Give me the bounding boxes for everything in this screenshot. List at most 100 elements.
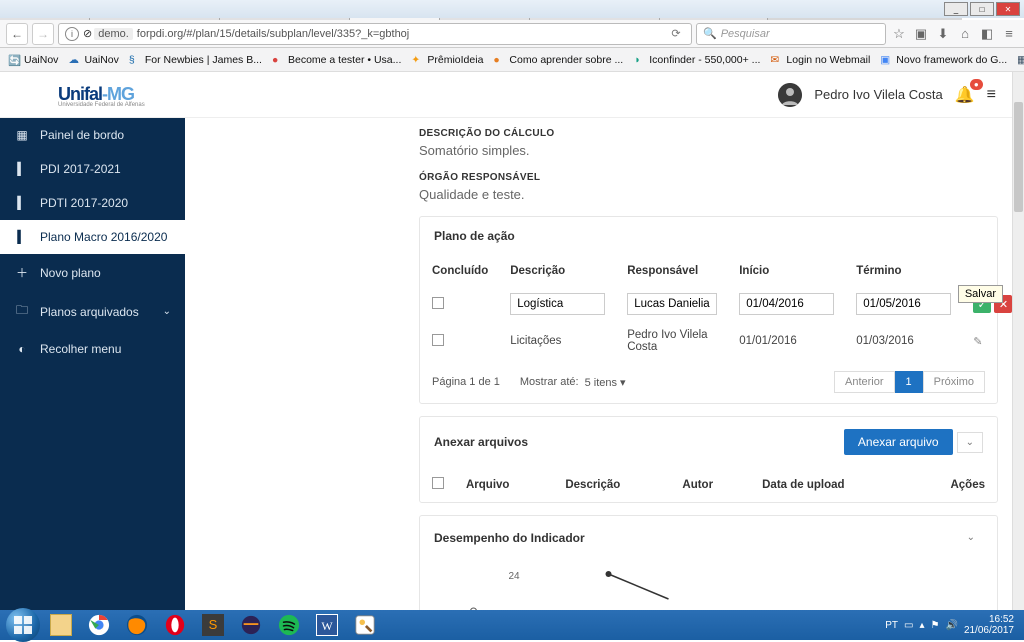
app-menu-button[interactable]: ≡ xyxy=(987,86,996,104)
logo-text-suffix: -MG xyxy=(102,84,134,104)
sidebar-item-label: Recolher menu xyxy=(40,342,121,356)
reload-icon[interactable]: ⟳ xyxy=(667,27,685,40)
attachments-title: Anexar arquivos xyxy=(434,435,528,449)
bookmark-icon: § xyxy=(129,54,141,66)
indicator-chart: 24 xyxy=(420,559,997,610)
bookmark-icon: ● xyxy=(272,54,284,66)
bookmark-label: UaiNov xyxy=(24,54,58,66)
forward-button[interactable]: → xyxy=(32,23,54,45)
word-taskbar-icon[interactable]: W xyxy=(308,612,346,638)
edit-icon[interactable]: ✎ xyxy=(973,336,982,348)
bookmark-item[interactable]: ● Como aprender sobre ... xyxy=(493,54,623,66)
sublime-taskbar-icon[interactable]: S xyxy=(194,612,232,638)
row-checkbox[interactable] xyxy=(432,297,444,309)
attachments-panel: Anexar arquivos Anexar arquivo ⌄ Arquivo… xyxy=(419,416,998,503)
start-button[interactable] xyxy=(6,608,40,642)
notifications-badge: ● xyxy=(970,79,983,90)
taskbar: S W PT ▭ ▴ ⚑ 🔊 16:52 21/06/2017 xyxy=(0,610,1024,640)
select-all-checkbox[interactable] xyxy=(432,477,444,489)
bookmark-item[interactable]: ◑Iconfinder - 550,000+ ... xyxy=(633,54,760,66)
logo-subtext: Universidade Federal de Alfenas xyxy=(58,102,145,108)
search-placeholder: Pesquisar xyxy=(721,28,770,40)
bookmark-item[interactable]: ✉Login no Webmail xyxy=(770,54,870,66)
clock-date[interactable]: 21/06/2017 xyxy=(964,625,1014,636)
tray-flag-icon[interactable]: ⚑ xyxy=(931,620,940,631)
menu-icon[interactable]: ≡ xyxy=(1000,26,1018,41)
resp-cell: Pedro Ivo Vilela Costa xyxy=(617,323,727,359)
explorer-taskbar-icon[interactable] xyxy=(42,612,80,638)
back-button[interactable]: ← xyxy=(6,23,28,45)
user-name[interactable]: Pedro Ivo Vilela Costa xyxy=(814,87,942,102)
search-icon: 🔍 xyxy=(703,27,717,40)
page-1-button[interactable]: 1 xyxy=(895,371,923,393)
page-scrollbar[interactable] xyxy=(1012,72,1024,610)
lang-indicator[interactable]: PT xyxy=(885,620,898,631)
scrollbar-thumb[interactable] xyxy=(1014,102,1023,212)
avatar[interactable] xyxy=(778,83,802,107)
sidebar-item-icon: ▍ xyxy=(14,162,30,176)
tray-icon[interactable]: ▭ xyxy=(904,620,913,631)
paint-taskbar-icon[interactable] xyxy=(346,612,384,638)
bookmark-item[interactable]: 🔄UaiNov xyxy=(8,54,58,66)
chart-line xyxy=(609,574,669,599)
downloads-icon[interactable]: ⬇ xyxy=(934,26,952,42)
start-input[interactable] xyxy=(739,293,834,315)
firefox-taskbar-icon[interactable] xyxy=(118,612,156,638)
sidebar-item[interactable]: ▦Painel de bordo xyxy=(0,118,185,152)
sidebar-icon[interactable]: ◧ xyxy=(978,26,996,42)
row-checkbox[interactable] xyxy=(432,334,444,346)
bookmark-label: Como aprender sobre ... xyxy=(509,54,623,66)
y-tick-label: 24 xyxy=(509,571,521,582)
bookmark-item[interactable]: ▣Novo framework do G... xyxy=(880,54,1007,66)
spotify-taskbar-icon[interactable] xyxy=(270,612,308,638)
bookmark-label: Become a tester • Usa... xyxy=(288,54,401,66)
pocket-icon[interactable]: ▣ xyxy=(912,26,930,42)
notifications-button[interactable]: 🔔● xyxy=(955,85,975,105)
sidebar-item[interactable]: ▍PDTI 2017-2020 xyxy=(0,186,185,220)
desc-input[interactable] xyxy=(510,293,605,315)
bookmark-item[interactable]: ▦Selenium Workshop xyxy=(1017,54,1024,66)
collapse-icon[interactable]: ⌄ xyxy=(959,528,983,547)
bookmark-item[interactable]: ✦PrêmioIdeia xyxy=(411,54,483,66)
bookmark-icon: ● xyxy=(493,54,505,66)
sidebar-item[interactable]: 🗀Planos arquivados⌄ xyxy=(0,291,185,332)
attach-file-button[interactable]: Anexar arquivo xyxy=(844,429,953,455)
next-page-button[interactable]: Próximo xyxy=(923,371,985,393)
bookmark-item[interactable]: §For Newbies | James B... xyxy=(129,54,262,66)
main-content: DESCRIÇÃO DO CÁLCULO Somatório simples. … xyxy=(185,72,1012,610)
calc-description-label: DESCRIÇÃO DO CÁLCULO xyxy=(419,128,998,139)
show-select[interactable]: 5 itens ▾ xyxy=(585,376,626,389)
sidebar-item[interactable]: ＋Novo plano xyxy=(0,254,185,291)
tray-up-icon[interactable]: ▴ xyxy=(919,620,924,631)
bookmark-star-icon[interactable]: ☆ xyxy=(890,26,908,42)
attach-dropdown-button[interactable]: ⌄ xyxy=(957,432,983,453)
home-icon[interactable]: ⌂ xyxy=(956,26,974,41)
resp-input[interactable] xyxy=(627,293,717,315)
prev-page-button[interactable]: Anterior xyxy=(834,371,895,393)
minimize-button[interactable]: _ xyxy=(944,2,968,16)
start-cell: 01/01/2016 xyxy=(729,323,844,359)
system-tray[interactable]: PT ▭ ▴ ⚑ 🔊 16:52 21/06/2017 xyxy=(885,614,1020,636)
site-info-icon[interactable]: i xyxy=(65,27,79,41)
maximize-button[interactable]: □ xyxy=(970,2,994,16)
table-row: Licitações Pedro Ivo Vilela Costa 01/01/… xyxy=(422,323,1012,359)
desc-cell: Licitações xyxy=(500,323,615,359)
bookmark-item[interactable]: ☁UaiNov xyxy=(68,54,118,66)
eclipse-taskbar-icon[interactable] xyxy=(232,612,270,638)
end-input[interactable] xyxy=(856,293,951,315)
browser-search-input[interactable]: 🔍 Pesquisar xyxy=(696,23,886,45)
sidebar-item[interactable]: ▍PDI 2017-2021 xyxy=(0,152,185,186)
opera-taskbar-icon[interactable] xyxy=(156,612,194,638)
clock-time[interactable]: 16:52 xyxy=(964,614,1014,625)
tray-vol-icon[interactable]: 🔊 xyxy=(945,620,957,631)
url-input[interactable]: i ⊘ demo. forpdi.org/#/plan/15/details/s… xyxy=(58,23,692,45)
bookmark-item[interactable]: ● Become a tester • Usa... xyxy=(272,54,401,66)
close-window-button[interactable]: ✕ xyxy=(996,2,1020,16)
bookmark-icon: ◑ xyxy=(633,54,645,66)
col-acoes: Ações xyxy=(911,469,995,500)
sidebar-item[interactable]: ▍Plano Macro 2016/2020 xyxy=(0,220,185,254)
col-concluido: Concluído xyxy=(422,257,498,285)
chrome-taskbar-icon[interactable] xyxy=(80,612,118,638)
save-tooltip: Salvar xyxy=(958,285,1003,303)
sidebar-item[interactable]: ◐Recolher menu xyxy=(0,332,185,366)
